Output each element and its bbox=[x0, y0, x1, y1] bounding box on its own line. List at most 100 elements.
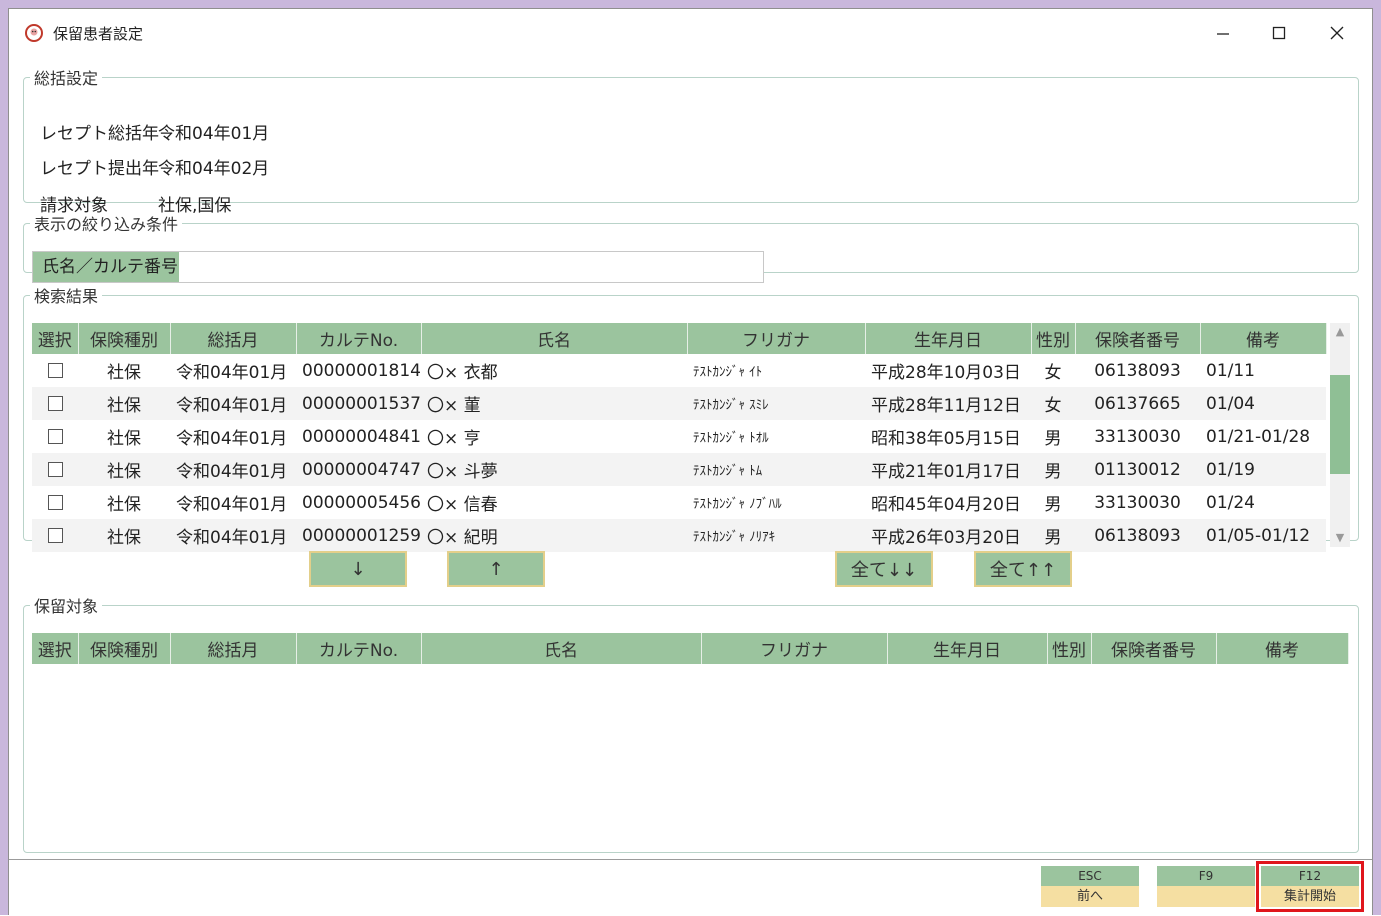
insurance-type-cell: 社保 bbox=[78, 420, 170, 453]
note-cell: 01/19 bbox=[1200, 453, 1326, 486]
karte-cell: 000000015374 bbox=[296, 387, 421, 420]
f12-start-aggregation-button[interactable]: F12 集計開始 bbox=[1256, 861, 1364, 912]
filter-label: 氏名／カルテ番号 bbox=[33, 252, 179, 282]
app-icon bbox=[25, 24, 43, 42]
birth-cell: 平成21年01月17日 bbox=[865, 453, 1031, 486]
select-checkbox[interactable] bbox=[47, 462, 63, 477]
note-cell: 01/05-01/12 bbox=[1200, 519, 1326, 552]
month-cell: 令和04年01月 bbox=[170, 486, 296, 519]
minimize-button[interactable] bbox=[1203, 19, 1243, 47]
insurer-cell: 06138093 bbox=[1075, 354, 1200, 387]
name-karte-search-input[interactable] bbox=[179, 252, 763, 282]
column-header[interactable]: カルテNo. bbox=[296, 323, 422, 354]
maximize-icon bbox=[1272, 26, 1286, 40]
hold-legend: 保留対象 bbox=[34, 597, 99, 616]
function-key-bar: ESC 前へ F9 F12 集計開始 bbox=[9, 859, 1372, 916]
summary-key: レセプト総括年 bbox=[40, 124, 159, 144]
summary-key: レセプト提出年 bbox=[40, 159, 159, 179]
name-cell: 〇× 亨 bbox=[421, 420, 687, 453]
name-cell: 〇× 衣都 bbox=[421, 354, 687, 387]
birth-cell: 平成28年10月03日 bbox=[865, 354, 1031, 387]
table-row[interactable]: 社保 令和04年01月 000000012597 〇× 紀明 ﾃｽﾄｶﾝｼﾞｬ … bbox=[32, 519, 1326, 552]
select-checkbox[interactable] bbox=[47, 495, 63, 510]
move-down-button[interactable]: ↓ bbox=[309, 551, 407, 587]
sex-cell: 女 bbox=[1031, 387, 1075, 420]
insurer-cell: 33130030 bbox=[1075, 420, 1200, 453]
insurer-cell: 33130030 bbox=[1075, 486, 1200, 519]
table-row[interactable]: 社保 令和04年01月 000000018145 〇× 衣都 ﾃｽﾄｶﾝｼﾞｬ … bbox=[32, 354, 1326, 387]
column-header[interactable]: 選択 bbox=[32, 633, 79, 664]
month-cell: 令和04年01月 bbox=[170, 453, 296, 486]
karte-cell: 000000047478 bbox=[296, 453, 421, 486]
column-header[interactable]: 性別 bbox=[1031, 323, 1076, 354]
select-checkbox[interactable] bbox=[47, 363, 63, 378]
note-cell: 01/24 bbox=[1200, 486, 1326, 519]
column-header[interactable]: 保険者番号 bbox=[1091, 633, 1217, 664]
insurance-type-cell: 社保 bbox=[78, 453, 170, 486]
fkey-code: F9 bbox=[1157, 866, 1255, 886]
column-header[interactable]: 総括月 bbox=[170, 323, 297, 354]
name-cell: 〇× 菫 bbox=[421, 387, 687, 420]
note-cell: 01/11 bbox=[1200, 354, 1326, 387]
hold-header-row: 選択 保険種別 総括月 カルテNo. 氏名 フリガナ 生年月日 性別 保険者番号… bbox=[32, 633, 1349, 664]
month-cell: 令和04年01月 bbox=[170, 387, 296, 420]
minimize-icon bbox=[1217, 33, 1229, 35]
table-row[interactable]: 社保 令和04年01月 000000054565 〇× 信春 ﾃｽﾄｶﾝｼﾞｬ … bbox=[32, 486, 1326, 519]
maximize-button[interactable] bbox=[1259, 19, 1299, 47]
karte-cell: 000000012597 bbox=[296, 519, 421, 552]
column-header[interactable]: 備考 bbox=[1200, 323, 1327, 354]
main-window: 保留患者設定 総括設定 レセプト総括年 令和04年01月 レセプト提出年 令和0… bbox=[8, 8, 1373, 916]
summary-group: 総括設定 レセプト総括年 令和04年01月 レセプト提出年 令和04年02月 請… bbox=[23, 65, 1359, 216]
filter-group: 表示の絞り込み条件 氏名／カルテ番号 bbox=[23, 211, 1359, 283]
table-row[interactable]: 社保 令和04年01月 000000048415 〇× 亨 ﾃｽﾄｶﾝｼﾞｬ ﾄ… bbox=[32, 420, 1326, 453]
column-header[interactable]: 性別 bbox=[1047, 633, 1092, 664]
title-bar[interactable]: 保留患者設定 bbox=[9, 9, 1372, 55]
table-row[interactable]: 社保 令和04年01月 000000015374 〇× 菫 ﾃｽﾄｶﾝｼﾞｬ ｽ… bbox=[32, 387, 1326, 420]
select-checkbox[interactable] bbox=[47, 528, 63, 543]
close-button[interactable] bbox=[1317, 19, 1357, 47]
karte-cell: 000000054565 bbox=[296, 486, 421, 519]
results-header-row: 選択 保険種別 総括月 カルテNo. 氏名 フリガナ 生年月日 性別 保険者番号… bbox=[32, 323, 1327, 354]
name-cell: 〇× 斗夢 bbox=[421, 453, 687, 486]
column-header[interactable]: カルテNo. bbox=[296, 633, 422, 664]
fkey-label bbox=[1157, 886, 1255, 907]
column-header[interactable]: フリガナ bbox=[687, 323, 866, 354]
f9-button[interactable]: F9 bbox=[1157, 866, 1255, 907]
column-header[interactable]: 氏名 bbox=[421, 633, 702, 664]
column-header[interactable]: 総括月 bbox=[170, 633, 297, 664]
results-scrollbar[interactable]: ▲ ▼ bbox=[1330, 323, 1350, 547]
column-header[interactable]: 生年月日 bbox=[887, 633, 1048, 664]
column-header[interactable]: 保険種別 bbox=[78, 323, 171, 354]
move-all-down-button[interactable]: 全て↓↓ bbox=[835, 551, 933, 587]
column-header[interactable]: フリガナ bbox=[701, 633, 888, 664]
scroll-down-icon[interactable]: ▼ bbox=[1330, 529, 1350, 547]
insurer-cell: 06138093 bbox=[1075, 519, 1200, 552]
move-all-up-button[interactable]: 全て↑↑ bbox=[974, 551, 1072, 587]
column-header[interactable]: 備考 bbox=[1216, 633, 1349, 664]
hold-table: 選択 保険種別 総括月 カルテNo. 氏名 フリガナ 生年月日 性別 保険者番号… bbox=[32, 633, 1349, 664]
insurance-type-cell: 社保 bbox=[78, 519, 170, 552]
karte-cell: 000000048415 bbox=[296, 420, 421, 453]
kana-cell: ﾃｽﾄｶﾝｼﾞｬ ｲﾄ bbox=[687, 354, 865, 387]
move-up-button[interactable]: ↑ bbox=[447, 551, 545, 587]
table-row[interactable]: 社保 令和04年01月 000000047478 〇× 斗夢 ﾃｽﾄｶﾝｼﾞｬ … bbox=[32, 453, 1326, 486]
kana-cell: ﾃｽﾄｶﾝｼﾞｬ ﾉﾘｱｷ bbox=[687, 519, 865, 552]
esc-back-button[interactable]: ESC 前へ bbox=[1041, 866, 1139, 907]
column-header[interactable]: 生年月日 bbox=[865, 323, 1032, 354]
select-checkbox[interactable] bbox=[47, 429, 63, 444]
column-header[interactable]: 保険種別 bbox=[78, 633, 171, 664]
results-group: 検索結果 選択 保険種別 総括月 カルテNo. 氏名 フリガナ 生年月日 性別 … bbox=[23, 283, 1359, 552]
insurer-cell: 01130012 bbox=[1075, 453, 1200, 486]
column-header[interactable]: 選択 bbox=[32, 323, 79, 354]
name-cell: 〇× 信春 bbox=[421, 486, 687, 519]
select-checkbox[interactable] bbox=[47, 396, 63, 411]
column-header[interactable]: 氏名 bbox=[421, 323, 688, 354]
column-header[interactable]: 保険者番号 bbox=[1075, 323, 1201, 354]
insurance-type-cell: 社保 bbox=[78, 486, 170, 519]
summary-value: 令和04年02月 bbox=[158, 159, 270, 179]
sex-cell: 男 bbox=[1031, 519, 1075, 552]
summary-legend: 総括設定 bbox=[34, 69, 99, 88]
scrollbar-thumb[interactable] bbox=[1330, 375, 1350, 474]
name-cell: 〇× 紀明 bbox=[421, 519, 687, 552]
scroll-up-icon[interactable]: ▲ bbox=[1330, 323, 1350, 341]
